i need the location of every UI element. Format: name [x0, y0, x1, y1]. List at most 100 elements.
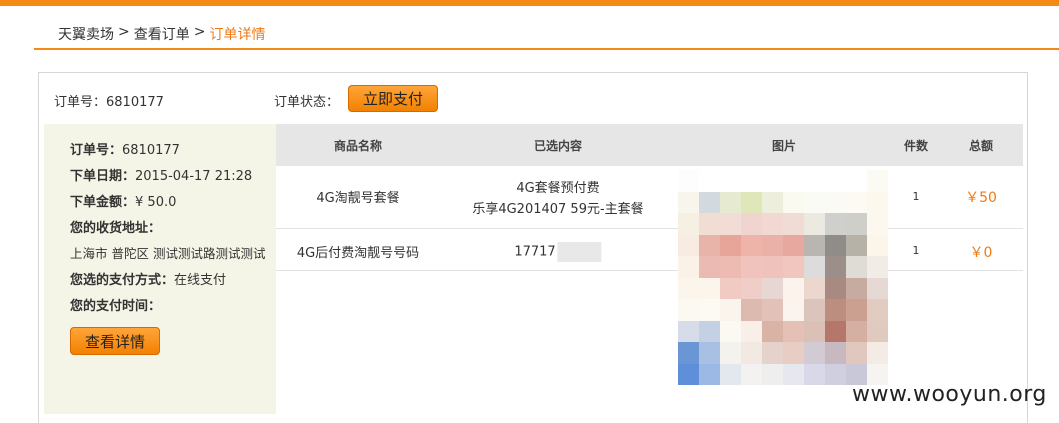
mosaic-tile: [699, 277, 720, 299]
mosaic-tile: [699, 363, 720, 385]
column-header-total: 总额: [968, 139, 994, 153]
mosaic-tile: [699, 299, 720, 321]
row-total-price: ￥0: [969, 245, 993, 261]
mosaic-tile: [846, 299, 867, 321]
pay-now-button[interactable]: 立即支付: [348, 85, 438, 112]
mosaic-tile: [678, 170, 699, 192]
mosaic-tile: [825, 363, 846, 385]
column-header-quantity: 件数: [903, 139, 929, 153]
mosaic-tile: [867, 277, 888, 299]
view-details-button[interactable]: 查看详情: [70, 327, 160, 355]
info-payment-time-label: 您的支付时间：: [70, 299, 162, 314]
row-content-line1: 4G套餐预付费: [516, 181, 600, 196]
order-number-heading: 订单号：6810177: [54, 95, 164, 110]
mosaic-tile: [825, 320, 846, 342]
breadcrumb: 天翼卖场 > 查看订单 > 订单详情: [58, 24, 265, 44]
mosaic-tile: [867, 191, 888, 213]
column-header-image: 图片: [771, 139, 797, 153]
mosaic-tile: [720, 170, 741, 192]
mosaic-tile: [741, 256, 762, 278]
mosaic-tile: [846, 234, 867, 256]
breadcrumb-current: 订单详情: [209, 27, 266, 43]
info-order-amount-value: ¥ 50.0: [135, 195, 177, 210]
mosaic-tile: [762, 299, 783, 321]
mosaic-tile: [678, 342, 699, 364]
info-order-date-value: 2015-04-17 21:28: [135, 169, 253, 184]
breadcrumb-home-link[interactable]: 天翼卖场: [58, 24, 114, 44]
breadcrumb-orders-link[interactable]: 查看订单: [134, 24, 190, 44]
row-quantity: 1: [912, 244, 920, 257]
mosaic-tile: [804, 363, 825, 385]
mosaic-tile: [678, 191, 699, 213]
column-header-selected-content: 已选内容: [533, 139, 583, 153]
mosaic-tile: [762, 170, 783, 192]
mosaic-tile: [825, 213, 846, 235]
mosaic-tile: [846, 170, 867, 192]
mosaic-tile: [762, 320, 783, 342]
mosaic-tile: [678, 234, 699, 256]
table-row: 4G后付费淘靓号号码 17717 1 ￥0: [276, 229, 1023, 271]
info-order-amount: 下单金额：¥ 50.0: [70, 191, 176, 210]
info-payment-method-label: 您选的支付方式：: [70, 273, 175, 288]
top-accent-bar: [0, 0, 1059, 6]
mosaic-tile: [846, 191, 867, 213]
order-info-sidebar: 订单号：6810177 下单日期：2015-04-17 21:28 下单金额：¥…: [44, 124, 276, 414]
row-product-name: 4G后付费淘靓号号码: [296, 246, 420, 261]
mosaic-tile: [825, 277, 846, 299]
pixelated-product-image: [678, 170, 888, 385]
mosaic-tile: [783, 342, 804, 364]
redacted-number-block: [557, 242, 602, 262]
column-header-product-name: 商品名称: [333, 139, 383, 153]
mosaic-tile: [741, 299, 762, 321]
mosaic-tile: [699, 234, 720, 256]
info-order-date: 下单日期：2015-04-17 21:28: [70, 165, 252, 184]
info-payment-method: 您选的支付方式：在线支付: [70, 269, 226, 288]
mosaic-tile: [804, 234, 825, 256]
mosaic-tile: [804, 342, 825, 364]
mosaic-tile: [741, 191, 762, 213]
mosaic-tile: [678, 299, 699, 321]
breadcrumb-separator: >: [193, 24, 206, 40]
mosaic-tile: [783, 170, 804, 192]
mosaic-tile: [762, 213, 783, 235]
mosaic-tile: [762, 363, 783, 385]
mosaic-tile: [762, 191, 783, 213]
mosaic-tile: [846, 342, 867, 364]
table-row: 4G淘靓号套餐 4G套餐预付费 乐享4G201407 59元-主套餐 1 ￥50: [276, 166, 1023, 229]
info-payment-time: 您的支付时间：: [70, 295, 161, 314]
mosaic-tile: [678, 256, 699, 278]
row-total-price: ￥50: [965, 190, 997, 206]
mosaic-tile: [699, 320, 720, 342]
mosaic-tile: [762, 342, 783, 364]
info-order-number: 订单号：6810177: [70, 139, 180, 158]
info-address-value: 上海市 普陀区 测试测试路测试测试: [70, 246, 266, 261]
mosaic-tile: [846, 256, 867, 278]
mosaic-tile: [741, 213, 762, 235]
mosaic-tile: [741, 363, 762, 385]
mosaic-tile: [825, 234, 846, 256]
mosaic-tile: [741, 170, 762, 192]
mosaic-tile: [678, 363, 699, 385]
mosaic-tile: [741, 320, 762, 342]
order-status-label: 订单状态：: [274, 95, 340, 110]
mosaic-tile: [783, 213, 804, 235]
mosaic-tile: [720, 256, 741, 278]
mosaic-tile: [783, 299, 804, 321]
mosaic-tile: [720, 320, 741, 342]
order-items-table: 商品名称 已选内容 图片 件数 总额 4G淘靓号套餐 4G套餐预付费 乐享4G2…: [276, 124, 1023, 414]
mosaic-tile: [825, 299, 846, 321]
breadcrumb-separator: >: [118, 24, 130, 40]
mosaic-tile: [678, 213, 699, 235]
mosaic-tile: [783, 256, 804, 278]
mosaic-tile: [741, 342, 762, 364]
mosaic-tile: [720, 342, 741, 364]
mosaic-tile: [678, 320, 699, 342]
row-quantity: 1: [912, 190, 920, 203]
mosaic-tile: [699, 256, 720, 278]
mosaic-tile: [783, 234, 804, 256]
mosaic-tile: [804, 299, 825, 321]
info-order-date-label: 下单日期：: [70, 169, 136, 184]
mosaic-tile: [783, 191, 804, 213]
breadcrumb-divider: [34, 48, 1059, 50]
mosaic-tile: [678, 277, 699, 299]
